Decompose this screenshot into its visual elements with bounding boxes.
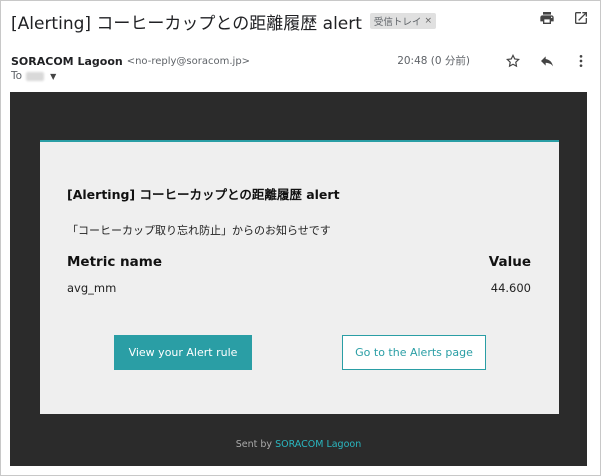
inbox-label-chip[interactable]: 受信トレイ × <box>369 13 436 29</box>
view-alert-rule-button[interactable]: View your Alert rule <box>114 335 252 370</box>
metric-name-cell: avg_mm <box>67 281 117 295</box>
email-view: [Alerting] コーヒーカップとの距離履歴 alert 受信トレイ × S… <box>0 0 601 476</box>
reply-icon[interactable] <box>538 52 556 70</box>
footer-brand-link[interactable]: SORACOM Lagoon <box>275 439 361 450</box>
go-to-alerts-page-button[interactable]: Go to the Alerts page <box>342 335 486 370</box>
alert-card: [Alerting] コーヒーカップとの距離履歴 alert 「コーヒーカップ取… <box>40 140 559 414</box>
top-actions <box>538 9 590 27</box>
sender-email: <no-reply@soracom.jp> <box>126 55 251 67</box>
remove-label-icon[interactable]: × <box>424 16 432 26</box>
metric-name-header: Metric name <box>67 254 162 270</box>
footer-prefix: Sent by <box>235 439 273 450</box>
open-in-new-icon[interactable] <box>572 9 590 27</box>
printer-icon[interactable] <box>538 9 556 27</box>
to-label: To <box>11 70 23 82</box>
recipient-row: To ▼ <box>11 70 56 82</box>
subject-row: [Alerting] コーヒーカップとの距離履歴 alert 受信トレイ × <box>11 7 590 35</box>
star-icon[interactable] <box>504 52 522 70</box>
timestamp: 20:48 (0 分前) <box>397 55 470 67</box>
email-subject: [Alerting] コーヒーカップとの距離履歴 alert <box>11 13 362 34</box>
alert-title: [Alerting] コーヒーカップとの距離履歴 alert <box>67 187 340 202</box>
more-vert-icon[interactable] <box>572 52 590 70</box>
alert-intro: 「コーヒーカップ取り忘れ防止」からのお知らせです <box>67 224 331 237</box>
inbox-label-text: 受信トレイ <box>373 17 422 28</box>
value-header: Value <box>488 254 531 270</box>
email-body: [Alerting] コーヒーカップとの距離履歴 alert 「コーヒーカップ取… <box>10 92 587 466</box>
caret-down-icon[interactable]: ▼ <box>50 72 56 81</box>
metric-value-cell: 44.600 <box>490 281 531 295</box>
sender-row: SORACOM Lagoon <no-reply@soracom.jp> 20:… <box>11 52 590 70</box>
email-footer: Sent by SORACOM Lagoon <box>10 439 587 450</box>
sender-name: SORACOM Lagoon <box>11 54 123 68</box>
message-actions <box>504 52 590 70</box>
recipient-redacted <box>26 71 45 81</box>
